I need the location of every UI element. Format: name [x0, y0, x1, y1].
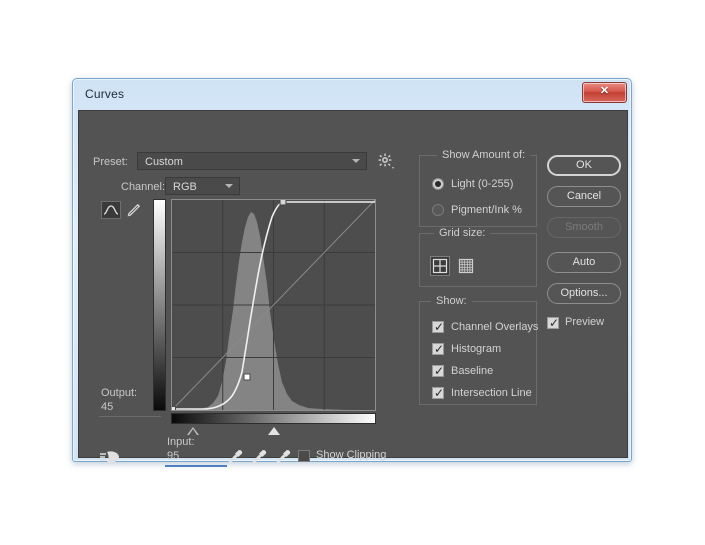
curves-panel: Preset: Custom Channel: RGB Output: 45 I…	[78, 110, 628, 467]
smooth-button: Smooth	[547, 217, 621, 238]
preset-label: Preset:	[93, 156, 128, 168]
preset-value: Custom	[145, 156, 183, 168]
intersection-line-checkbox[interactable]: ✓	[432, 386, 445, 400]
check-icon: ✓	[434, 320, 445, 334]
channel-overlays-checkbox[interactable]: ✓	[432, 320, 445, 334]
grid-coarse-button[interactable]	[430, 256, 450, 276]
curve-control-point	[243, 373, 251, 381]
black-point-slider[interactable]	[187, 427, 199, 435]
histogram-label: Histogram	[451, 343, 502, 355]
chevron-down-icon	[352, 159, 360, 163]
chevron-down-icon	[225, 184, 233, 188]
show-amount-group: Show Amount of: Light (0-255) Pigment/In…	[419, 149, 537, 227]
grid-fine-button[interactable]	[456, 256, 476, 276]
curve-control-point-selected	[279, 200, 287, 206]
cancel-button[interactable]: Cancel	[547, 186, 621, 207]
output-underline	[99, 416, 161, 417]
curve-control-point	[172, 406, 176, 410]
eyedropper-gray-point-icon[interactable]	[249, 447, 269, 467]
show-clipping-checkbox[interactable]	[298, 450, 310, 462]
input-gradient-bar	[171, 413, 376, 424]
white-point-slider[interactable]	[268, 427, 280, 435]
eyedropper-black-point-icon[interactable]	[225, 447, 245, 467]
curve-plot-area[interactable]	[171, 199, 376, 411]
show-clipping-label: Show Clipping	[316, 449, 387, 461]
auto-button[interactable]: Auto	[547, 252, 621, 273]
show-amount-title: Show Amount of:	[437, 149, 531, 161]
channel-overlays-label: Channel Overlays	[451, 321, 539, 333]
smudge-icon[interactable]	[99, 447, 123, 467]
curves-dialog-window: Curves ✕ Preset: Custom Channel: RGB Out…	[72, 78, 632, 467]
eyedropper-white-point-icon[interactable]	[273, 447, 293, 467]
show-group: Show: ✓ Channel Overlays ✓ Histogram ✓ B…	[419, 295, 539, 405]
check-icon: ✓	[549, 316, 560, 330]
histogram-checkbox[interactable]: ✓	[432, 342, 445, 356]
preview-label: Preview	[565, 316, 605, 328]
grid-size-group: Grid size:	[419, 227, 537, 287]
channel-label: Channel:	[121, 181, 166, 193]
curve-tool-button[interactable]	[101, 201, 121, 219]
check-icon: ✓	[434, 364, 445, 378]
preset-dropdown[interactable]: Custom	[137, 152, 367, 170]
input-underline	[165, 465, 227, 467]
intersection-line-label: Intersection Line	[451, 387, 532, 399]
close-icon: ✕	[599, 85, 610, 97]
radio-dot-icon	[435, 181, 441, 187]
close-button[interactable]: ✕	[582, 82, 627, 103]
radio-light-label: Light (0-255)	[451, 178, 514, 190]
window-title: Curves	[85, 87, 125, 101]
pencil-tool-button[interactable]	[125, 201, 143, 219]
input-value[interactable]: 95	[167, 450, 179, 462]
channel-dropdown[interactable]: RGB	[165, 177, 240, 195]
title-bar[interactable]: Curves ✕	[73, 79, 631, 109]
grid-size-title: Grid size:	[434, 227, 491, 239]
curves-graph	[153, 199, 381, 435]
show-group-title: Show:	[431, 295, 472, 307]
channel-value: RGB	[173, 181, 197, 193]
check-icon: ✓	[434, 342, 445, 356]
options-button[interactable]: Options...	[547, 283, 621, 304]
radio-light[interactable]	[432, 178, 444, 190]
input-label: Input:	[167, 436, 195, 448]
radio-pigment-label: Pigment/Ink %	[451, 204, 522, 216]
preview-checkbox[interactable]: ✓	[547, 316, 560, 330]
gear-icon[interactable]	[377, 152, 395, 170]
radio-pigment[interactable]	[432, 204, 444, 216]
baseline-label: Baseline	[451, 365, 494, 377]
baseline-checkbox[interactable]: ✓	[432, 364, 445, 378]
output-gradient-bar	[153, 199, 166, 411]
ok-button[interactable]: OK	[547, 155, 621, 176]
output-value[interactable]: 45	[101, 401, 113, 413]
check-icon: ✓	[434, 386, 445, 400]
output-label: Output:	[101, 387, 138, 399]
